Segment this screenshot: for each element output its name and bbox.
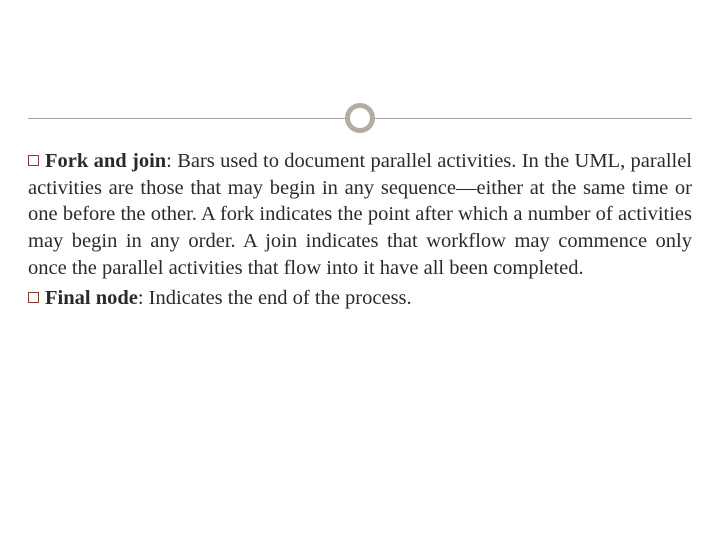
list-item: Final node: Indicates the end of the pro… [28,285,692,312]
term: Final node [45,287,138,309]
slide: Fork and join: Bars used to document par… [0,0,720,540]
list-item: Fork and join: Bars used to document par… [28,148,692,281]
bullet-icon [28,292,39,303]
term: Fork and join [45,150,166,172]
bullet-icon [28,155,39,166]
definition: : Indicates the end of the process. [138,287,412,309]
content-body: Fork and join: Bars used to document par… [28,148,692,316]
ring-ornament-icon [345,103,375,133]
